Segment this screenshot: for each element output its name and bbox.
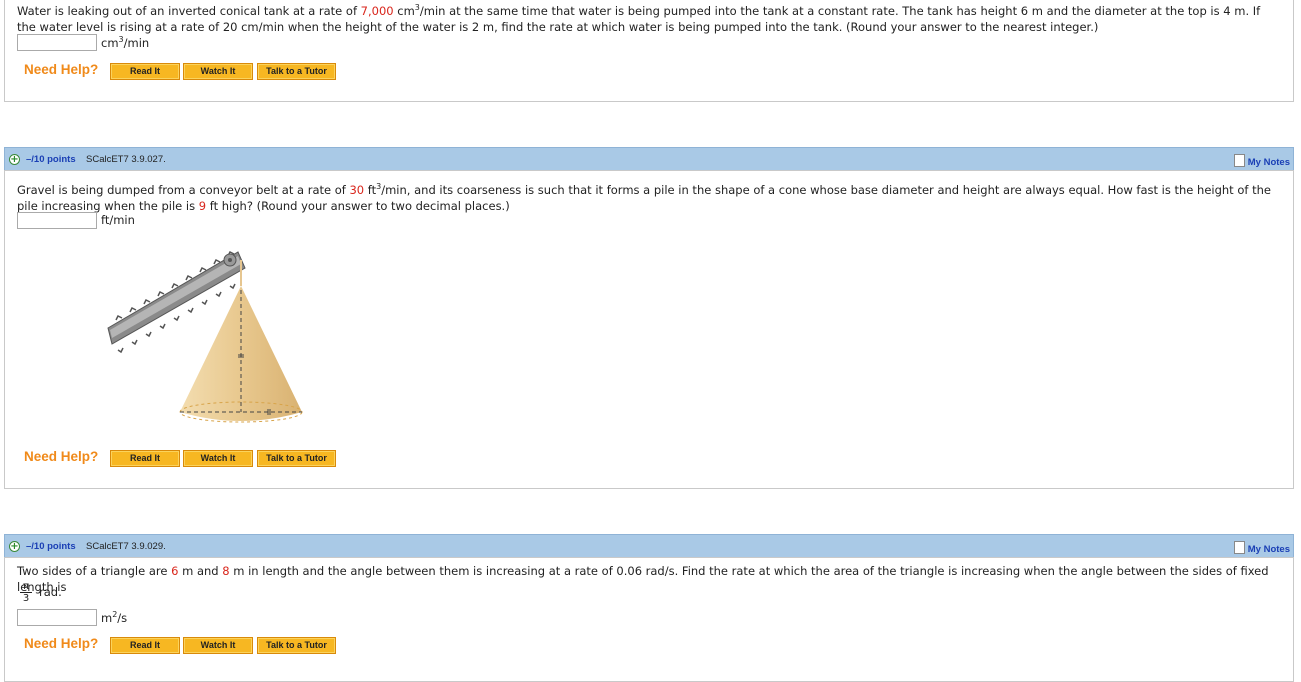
expand-icon[interactable]: +	[9, 154, 20, 165]
points-label: –/10 points	[26, 541, 76, 552]
notes-icon	[1233, 154, 1245, 167]
my-notes-link[interactable]: My Notes	[1233, 541, 1290, 555]
need-help-label: Need Help?	[24, 62, 99, 77]
expand-icon[interactable]: +	[9, 541, 20, 552]
question-code: SCalcET7 3.9.029.	[86, 541, 166, 552]
my-notes-link[interactable]: My Notes	[1233, 154, 1290, 168]
answer-input-q1[interactable]	[17, 34, 97, 51]
unit-q1: cm3/min	[101, 35, 150, 50]
question-3-text: Two sides of a triangle are 6 m and 8 m …	[17, 564, 1269, 594]
question-3-header: + –/10 points SCalcET7 3.9.029. My Notes	[4, 534, 1294, 558]
angle-fraction: π 3	[20, 581, 32, 604]
read-it-button[interactable]: Read It	[110, 637, 180, 654]
talk-to-tutor-button[interactable]: Talk to a Tutor	[257, 450, 336, 467]
unit-q3: m2/s	[101, 610, 128, 625]
watch-it-button[interactable]: Watch It	[183, 450, 253, 467]
answer-input-q2[interactable]	[17, 212, 97, 229]
points-label: –/10 points	[26, 154, 76, 165]
unit-q2: ft/min	[101, 213, 135, 227]
notes-icon	[1233, 541, 1245, 554]
question-2-header: + –/10 points SCalcET7 3.9.027. My Notes	[4, 147, 1294, 171]
question-1-text: Water is leaking out of an inverted coni…	[17, 3, 1261, 34]
question-2-text: Gravel is being dumped from a conveyor b…	[17, 182, 1271, 213]
angle-unit: rad.	[39, 585, 62, 599]
question-code: SCalcET7 3.9.027.	[86, 154, 166, 165]
watch-it-button[interactable]: Watch It	[183, 637, 253, 654]
conveyor-cone-figure	[107, 250, 303, 423]
read-it-button[interactable]: Read It	[110, 450, 180, 467]
talk-to-tutor-button[interactable]: Talk to a Tutor	[257, 63, 336, 80]
read-it-button[interactable]: Read It	[110, 63, 180, 80]
talk-to-tutor-button[interactable]: Talk to a Tutor	[257, 637, 336, 654]
watch-it-button[interactable]: Watch It	[183, 63, 253, 80]
answer-input-q3[interactable]	[17, 609, 97, 626]
need-help-label: Need Help?	[24, 636, 99, 651]
need-help-label: Need Help?	[24, 449, 99, 464]
